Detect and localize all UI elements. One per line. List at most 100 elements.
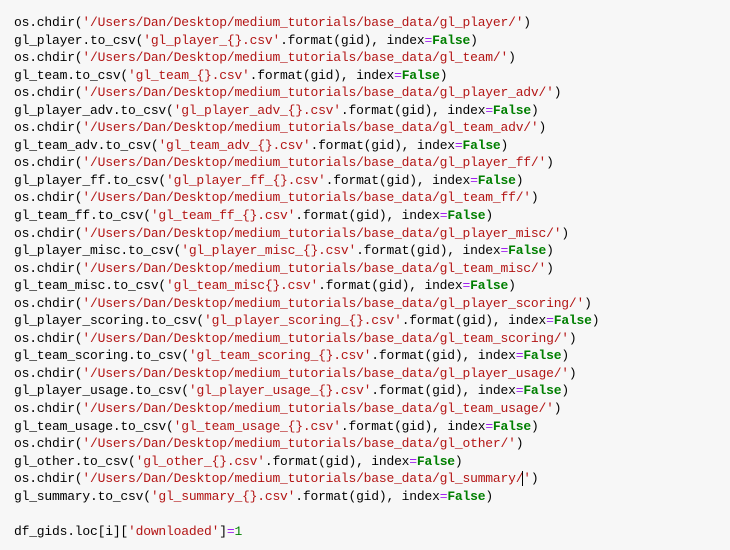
code-token: 'gl_team_ff_{}.csv' (151, 208, 295, 223)
code-token: .format(gid), index (265, 454, 409, 469)
code-token: = (546, 313, 554, 328)
code-token: gl_team_misc.to_csv( (14, 278, 166, 293)
code-token: .format(gid), index (356, 243, 500, 258)
code-token: = (470, 173, 478, 188)
code-token: ) (561, 383, 569, 398)
code-token: ) (569, 331, 577, 346)
code-line[interactable]: os.chdir('/Users/Dan/Desktop/medium_tuto… (14, 470, 712, 488)
code-line[interactable]: os.chdir('/Users/Dan/Desktop/medium_tuto… (14, 49, 712, 67)
code-token: '/Users/Dan/Desktop/medium_tutorials/bas… (82, 471, 523, 486)
code-token: '/Users/Dan/Desktop/medium_tutorials/bas… (82, 50, 508, 65)
code-token: False (402, 68, 440, 83)
code-line[interactable]: gl_team_ff.to_csv('gl_team_ff_{}.csv'.fo… (14, 207, 712, 225)
code-token: = (409, 454, 417, 469)
code-line[interactable]: gl_team.to_csv('gl_team_{}.csv'.format(g… (14, 67, 712, 85)
code-token: ] (219, 524, 227, 539)
code-line[interactable]: os.chdir('/Users/Dan/Desktop/medium_tuto… (14, 225, 712, 243)
code-line[interactable]: gl_team_adv.to_csv('gl_team_adv_{}.csv'.… (14, 137, 712, 155)
code-token: ) (584, 296, 592, 311)
code-token: = (455, 138, 463, 153)
code-line[interactable]: gl_other.to_csv('gl_other_{}.csv'.format… (14, 453, 712, 471)
code-token: ) (561, 348, 569, 363)
code-token: os.chdir( (14, 15, 82, 30)
code-token: 'gl_summary_{}.csv' (151, 489, 295, 504)
code-token: False (417, 454, 455, 469)
code-token: ) (516, 436, 524, 451)
code-token: .format(gid), index (371, 383, 515, 398)
code-token: False (523, 383, 561, 398)
code-token: ) (561, 226, 569, 241)
code-token: ) (546, 261, 554, 276)
code-line[interactable]: gl_player_misc.to_csv('gl_player_misc_{}… (14, 242, 712, 260)
code-token: 'gl_player_scoring_{}.csv' (204, 313, 402, 328)
code-token: ) (531, 190, 539, 205)
code-token: 'gl_team_adv_{}.csv' (158, 138, 310, 153)
code-token: gl_team_scoring.to_csv( (14, 348, 189, 363)
code-token: .format(gid), index (310, 138, 454, 153)
code-token: os.chdir( (14, 296, 82, 311)
code-line[interactable]: os.chdir('/Users/Dan/Desktop/medium_tuto… (14, 400, 712, 418)
code-token: ) (554, 401, 562, 416)
code-token: ) (516, 173, 524, 188)
code-token: .format(gid), index (402, 313, 546, 328)
code-token: gl_team_adv.to_csv( (14, 138, 158, 153)
code-line[interactable]: os.chdir('/Users/Dan/Desktop/medium_tuto… (14, 435, 712, 453)
code-line[interactable]: os.chdir('/Users/Dan/Desktop/medium_tuto… (14, 119, 712, 137)
code-line[interactable]: os.chdir('/Users/Dan/Desktop/medium_tuto… (14, 189, 712, 207)
code-token: os.chdir( (14, 401, 82, 416)
code-token: ' (523, 471, 531, 486)
code-line[interactable]: gl_player_scoring.to_csv('gl_player_scor… (14, 312, 712, 330)
code-line[interactable]: gl_player_adv.to_csv('gl_player_adv_{}.c… (14, 102, 712, 120)
code-token: ) (470, 33, 478, 48)
code-token: '/Users/Dan/Desktop/medium_tutorials/bas… (82, 331, 568, 346)
code-line[interactable]: os.chdir('/Users/Dan/Desktop/medium_tuto… (14, 84, 712, 102)
code-token: os.chdir( (14, 331, 82, 346)
code-token: gl_player_scoring.to_csv( (14, 313, 204, 328)
code-token: os.chdir( (14, 261, 82, 276)
code-token: gl_player_adv.to_csv( (14, 103, 174, 118)
code-token: False (478, 173, 516, 188)
code-token: ) (539, 120, 547, 135)
code-token: os.chdir( (14, 436, 82, 451)
code-line[interactable]: os.chdir('/Users/Dan/Desktop/medium_tuto… (14, 14, 712, 32)
code-token: os.chdir( (14, 85, 82, 100)
code-token: os.chdir( (14, 120, 82, 135)
code-token: gl_team.to_csv( (14, 68, 128, 83)
code-token: False (554, 313, 592, 328)
code-line[interactable]: gl_player.to_csv('gl_player_{}.csv'.form… (14, 32, 712, 50)
code-token: .format(gid), index (295, 489, 439, 504)
code-token: '/Users/Dan/Desktop/medium_tutorials/bas… (82, 436, 515, 451)
code-line[interactable] (14, 505, 712, 523)
code-token: False (493, 419, 531, 434)
code-token: 'gl_player_{}.csv' (143, 33, 280, 48)
code-token: .format(gid), index (318, 278, 462, 293)
code-line[interactable]: gl_team_misc.to_csv('gl_team_misc{}.csv'… (14, 277, 712, 295)
code-token: gl_player_usage.to_csv( (14, 383, 189, 398)
code-token: .format(gid), index (295, 208, 439, 223)
code-token: = (485, 419, 493, 434)
code-line[interactable]: os.chdir('/Users/Dan/Desktop/medium_tuto… (14, 154, 712, 172)
code-line[interactable]: os.chdir('/Users/Dan/Desktop/medium_tuto… (14, 260, 712, 278)
code-token: = (227, 524, 235, 539)
code-token: = (394, 68, 402, 83)
code-token: '/Users/Dan/Desktop/medium_tutorials/bas… (82, 401, 553, 416)
code-line[interactable]: os.chdir('/Users/Dan/Desktop/medium_tuto… (14, 330, 712, 348)
code-token: ) (546, 155, 554, 170)
code-token: = (501, 243, 509, 258)
code-token: '/Users/Dan/Desktop/medium_tutorials/bas… (82, 15, 523, 30)
code-token: os.chdir( (14, 366, 82, 381)
code-token: .format(gid), index (341, 103, 485, 118)
code-token: False (463, 138, 501, 153)
code-token: False (493, 103, 531, 118)
code-line[interactable]: gl_summary.to_csv('gl_summary_{}.csv'.fo… (14, 488, 712, 506)
code-line[interactable]: os.chdir('/Users/Dan/Desktop/medium_tuto… (14, 365, 712, 383)
code-token: ) (531, 471, 539, 486)
code-editor[interactable]: os.chdir('/Users/Dan/Desktop/medium_tuto… (0, 0, 730, 550)
code-line[interactable]: gl_player_ff.to_csv('gl_player_ff_{}.csv… (14, 172, 712, 190)
code-line[interactable]: gl_team_scoring.to_csv('gl_team_scoring_… (14, 347, 712, 365)
code-line[interactable]: gl_team_usage.to_csv('gl_team_usage_{}.c… (14, 418, 712, 436)
code-line[interactable]: os.chdir('/Users/Dan/Desktop/medium_tuto… (14, 295, 712, 313)
code-token: gl_team_ff.to_csv( (14, 208, 151, 223)
code-line[interactable]: df_gids.loc[i]['downloaded']=1 (14, 523, 712, 541)
code-line[interactable]: gl_player_usage.to_csv('gl_player_usage_… (14, 382, 712, 400)
